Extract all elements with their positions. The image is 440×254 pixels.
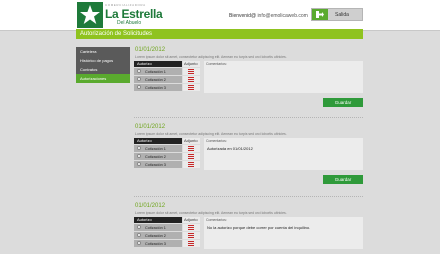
comment-label: Comentarios: — [206, 218, 227, 222]
request-description: Lorem ipsum dolor sit amet, consectetur … — [135, 132, 287, 136]
save-button[interactable]: Guardar — [323, 98, 363, 107]
table-row: Cotización 2 — [134, 152, 200, 160]
quote-label: Cotización 3 — [145, 241, 166, 246]
table-row: Cotización 1 — [134, 144, 200, 152]
request-description: Lorem ipsum dolor sit amet, consectetur … — [135, 211, 287, 215]
table-row: Cotización 2 — [134, 231, 200, 239]
comment-box[interactable]: Comentarios: — [204, 61, 363, 93]
logo-subtitle: Del Abuelo — [117, 20, 142, 26]
authorize-radio[interactable] — [137, 233, 141, 237]
request-date: 01/01/2012 — [135, 47, 166, 53]
table-row: Cotización 3 — [134, 160, 200, 168]
comment-label: Comentarios: — [206, 62, 227, 66]
request-date: 01/01/2012 — [135, 203, 166, 209]
user-greeting: Bienvenid@ info@emolicaweb.com — [229, 13, 308, 19]
sidebar-item-contratos[interactable]: Contratos — [76, 65, 130, 74]
request-card: 01/01/2012 Lorem ipsum dolor sit amet, c… — [134, 47, 363, 113]
quote-label: Cotización 1 — [145, 69, 166, 74]
authorize-radio[interactable] — [137, 225, 141, 229]
comment-text: No la autorizo porque debe correr por cu… — [207, 225, 311, 230]
pdf-attachment-icon[interactable] — [188, 233, 194, 238]
greeting-text: Bienvenid@ — [229, 13, 257, 19]
authorize-radio[interactable] — [137, 154, 141, 158]
pdf-attachment-icon[interactable] — [188, 162, 194, 167]
authorize-radio[interactable] — [137, 77, 141, 81]
comment-text: Autorizada en 01/01/2012 — [207, 146, 253, 151]
divider — [134, 196, 363, 197]
quote-label: Cotización 3 — [145, 85, 166, 90]
quotes-table: Autorizo Adjunto Cotización 1 Cotización… — [134, 138, 200, 168]
authorize-radio[interactable] — [137, 85, 141, 89]
sidebar: Cartelera Histórico de pagos Contratos A… — [76, 47, 130, 83]
authorize-radio[interactable] — [137, 162, 141, 166]
quote-label: Cotización 1 — [145, 225, 166, 230]
logo[interactable]: COMERCIALIZADORA La Estrella Del Abuelo — [77, 2, 177, 28]
quotes-table: Autorizo Adjunto Cotización 1 Cotización… — [134, 217, 200, 247]
pdf-attachment-icon[interactable] — [188, 85, 194, 90]
quote-label: Cotización 2 — [145, 233, 166, 238]
divider — [134, 117, 363, 118]
quote-label: Cotización 1 — [145, 146, 166, 151]
pdf-attachment-icon[interactable] — [188, 77, 194, 82]
quote-label: Cotización 3 — [145, 162, 166, 167]
sidebar-item-cartelera[interactable]: Cartelera — [76, 47, 130, 56]
quote-label: Cotización 2 — [145, 77, 166, 82]
pdf-attachment-icon[interactable] — [188, 146, 194, 151]
authorize-radio[interactable] — [137, 146, 141, 150]
user-email: info@emolicaweb.com — [257, 13, 308, 19]
logo-name: La Estrella — [105, 7, 163, 21]
pdf-attachment-icon[interactable] — [188, 225, 194, 230]
comment-box[interactable]: Comentarios: No la autorizo porque debe … — [204, 217, 363, 249]
table-row: Cotización 2 — [134, 75, 200, 83]
authorize-radio[interactable] — [137, 69, 141, 73]
request-card: 01/01/2012 Lorem ipsum dolor sit amet, c… — [134, 124, 363, 190]
request-card: 01/01/2012 Lorem ipsum dolor sit amet, c… — [134, 203, 363, 254]
table-row: Cotización 1 — [134, 223, 200, 231]
quote-label: Cotización 2 — [145, 154, 166, 159]
pdf-attachment-icon[interactable] — [188, 154, 194, 159]
save-button[interactable]: Guardar — [323, 175, 363, 184]
pdf-attachment-icon[interactable] — [188, 69, 194, 74]
table-row: Cotización 3 — [134, 239, 200, 247]
request-date: 01/01/2012 — [135, 124, 166, 130]
authorize-radio[interactable] — [137, 241, 141, 245]
table-row: Cotización 1 — [134, 67, 200, 75]
comment-label: Comentarios: — [206, 139, 227, 143]
pdf-attachment-icon[interactable] — [188, 241, 194, 246]
sidebar-item-historico-pagos[interactable]: Histórico de pagos — [76, 56, 130, 65]
logout-button[interactable]: Salida — [311, 8, 363, 21]
request-description: Lorem ipsum dolor sit amet, consectetur … — [135, 55, 287, 59]
page-title: Autorización de Solicitudes — [80, 31, 153, 37]
table-row: Cotización 3 — [134, 83, 200, 91]
page-title-bar: Autorización de Solicitudes — [76, 29, 363, 39]
comment-box[interactable]: Comentarios: Autorizada en 01/01/2012 — [204, 138, 363, 170]
star-logo-icon — [77, 2, 103, 28]
exit-icon — [312, 9, 328, 20]
sidebar-item-autorizaciones[interactable]: Autorizaciones — [76, 74, 130, 83]
header: COMERCIALIZADORA La Estrella Del Abuelo … — [0, 0, 440, 31]
quotes-table: Autorizo Adjunto Cotización 1 Cotización… — [134, 61, 200, 91]
logout-label: Salida — [335, 12, 349, 18]
